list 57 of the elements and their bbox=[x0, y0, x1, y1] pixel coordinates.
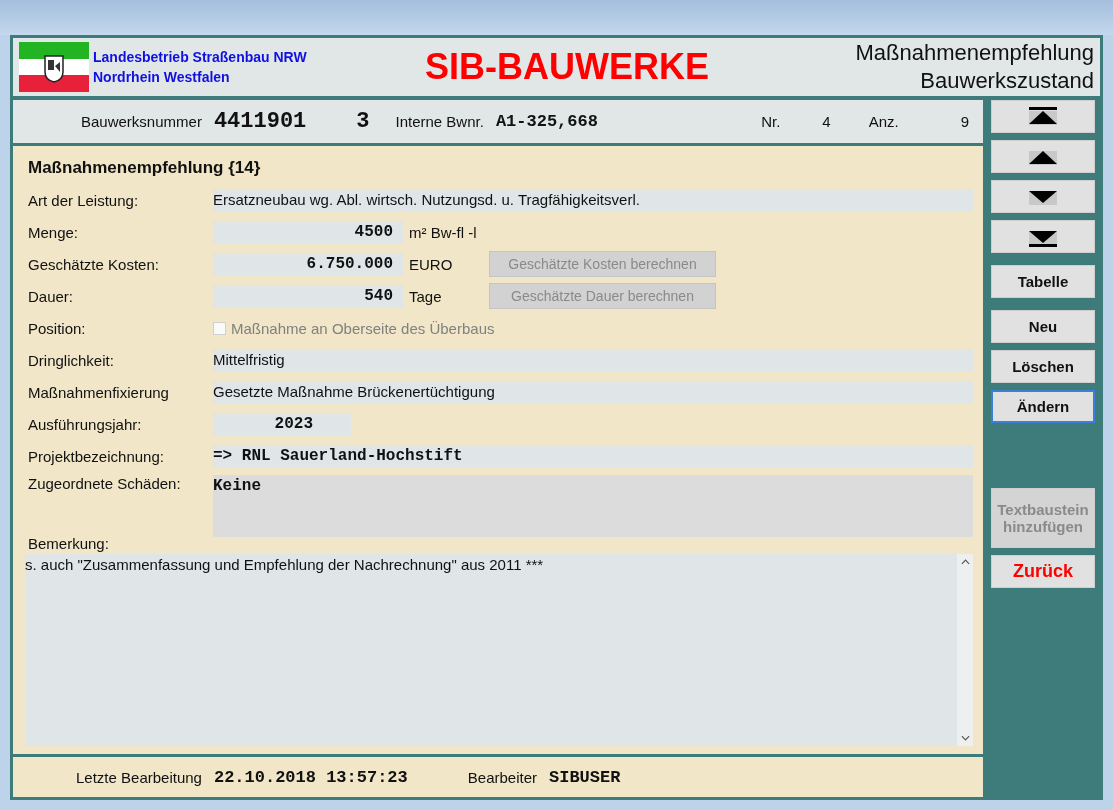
first-record-button[interactable] bbox=[991, 100, 1095, 133]
last-edited-value: 22.10.2018 13:57:23 bbox=[213, 767, 408, 787]
action-button[interactable]: Löschen bbox=[991, 350, 1095, 383]
field-label: Anz. bbox=[868, 113, 899, 130]
unit-label: EURO bbox=[409, 255, 454, 273]
structure-index: 3 bbox=[356, 109, 370, 134]
year-field[interactable]: 2023 bbox=[213, 413, 351, 435]
prev-record-button[interactable] bbox=[991, 140, 1095, 173]
flag-logo-icon bbox=[19, 42, 89, 92]
number-field[interactable]: 540 bbox=[213, 285, 403, 307]
action-button[interactable]: Ändern bbox=[991, 390, 1095, 423]
checkbox-label: Maßnahme an Oberseite des Überbaus bbox=[231, 319, 495, 337]
unit-label: m² Bw-fl -l bbox=[409, 223, 478, 241]
field-label: Zugeordnete Schäden: bbox=[28, 475, 182, 492]
text-field[interactable]: Ersatzneubau wg. Abl. wirtsch. Nutzungsd. u. Tragfähigkeitsverl. bbox=[213, 189, 973, 211]
organization-name: Landesbetrieb Straßenbau NRW bbox=[93, 49, 308, 65]
field-label: Bauwerksnummer bbox=[81, 113, 202, 130]
structure-number: 4411901 bbox=[213, 109, 307, 134]
field-label: Maßnahmenfixierung bbox=[28, 383, 170, 401]
text-field[interactable]: Mittelfristig bbox=[213, 349, 973, 371]
form-title: Maßnahmenempfehlung bbox=[855, 39, 1094, 67]
field-label: Menge: bbox=[28, 223, 80, 241]
text-area[interactable]: Keine bbox=[213, 475, 973, 537]
field-label: Nr. bbox=[761, 113, 781, 130]
editor-value: SIBUSER bbox=[549, 767, 621, 787]
text-field[interactable]: Gesetzte Maßnahme Brückenertüchtigung bbox=[213, 381, 973, 403]
field-label: Ausführungsjahr: bbox=[28, 415, 143, 433]
action-button[interactable]: Tabelle bbox=[991, 265, 1095, 298]
field-label: Letzte Bearbeitung bbox=[76, 768, 202, 786]
number-field[interactable]: 6.750.000 bbox=[213, 253, 403, 275]
field-label: Position: bbox=[28, 319, 87, 337]
field-label: Projektbezeichnung: bbox=[28, 447, 165, 465]
scroll-up-icon[interactable] bbox=[960, 559, 970, 565]
last-record-button[interactable] bbox=[991, 220, 1095, 253]
number-field[interactable]: 4500 bbox=[213, 221, 403, 243]
field-label: Interne Bwnr. bbox=[395, 113, 484, 130]
section-title: Maßnahmenempfehlung {14} bbox=[28, 158, 262, 178]
text-field[interactable]: => RNL Sauerland-Hochstift bbox=[213, 445, 973, 467]
unit-label: Tage bbox=[409, 287, 443, 305]
field-label: Dauer: bbox=[28, 287, 75, 305]
field-label: Dringlichkeit: bbox=[28, 351, 115, 369]
field-label: Art der Leistung: bbox=[28, 191, 140, 209]
internal-number: A1-325,668 bbox=[495, 112, 598, 131]
scrollbar[interactable] bbox=[957, 554, 973, 746]
record-count: 9 bbox=[960, 113, 969, 130]
field-label: Bemerkung: bbox=[28, 535, 110, 552]
next-record-button[interactable] bbox=[991, 180, 1095, 213]
remark-text-area[interactable]: s. auch "Zusammenfassung und Empfehlung der Nachrechnung" aus 2011 *** bbox=[25, 554, 973, 746]
action-button[interactable]: Neu bbox=[991, 310, 1095, 343]
record-number: 4 bbox=[822, 113, 831, 130]
form-subtitle: Bauwerkszustand bbox=[920, 67, 1094, 95]
app-title: SIB-BAUWERKE bbox=[425, 46, 710, 88]
field-label: Bearbeiter bbox=[467, 768, 537, 786]
up-arrow-icon bbox=[1029, 106, 1057, 127]
field-label: Geschätzte Kosten: bbox=[28, 255, 160, 273]
scroll-down-icon[interactable] bbox=[960, 735, 970, 741]
organization-region: Nordrhein Westfalen bbox=[93, 69, 231, 85]
